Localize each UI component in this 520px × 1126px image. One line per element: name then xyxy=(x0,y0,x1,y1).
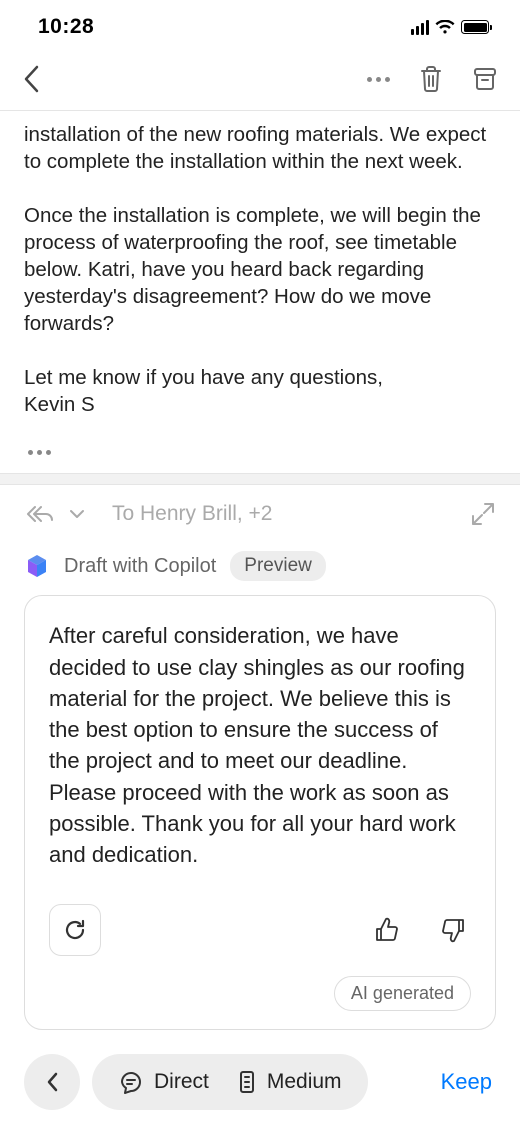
email-signature: Kevin S xyxy=(24,393,95,416)
email-paragraph: Once the installation is complete, we wi… xyxy=(24,202,496,337)
copilot-icon xyxy=(24,553,50,579)
email-body: installation of the new roofing material… xyxy=(0,111,520,473)
toolbar-pill-group: Direct Medium xyxy=(92,1054,368,1110)
ai-generated-badge: AI generated xyxy=(334,976,471,1011)
more-icon[interactable] xyxy=(24,450,496,455)
pill-label: Direct xyxy=(154,1070,209,1094)
chevron-down-icon[interactable] xyxy=(68,508,86,520)
trash-icon[interactable] xyxy=(418,64,444,94)
status-bar: 10:28 xyxy=(0,0,520,50)
signal-icon xyxy=(411,20,430,35)
copilot-draft-card: After careful consideration, we have dec… xyxy=(24,595,496,1030)
toolbar-back-button[interactable] xyxy=(24,1054,80,1110)
pill-label: Medium xyxy=(267,1070,342,1094)
chat-icon xyxy=(118,1069,144,1095)
thumbs-up-button[interactable] xyxy=(369,912,405,948)
regenerate-button[interactable] xyxy=(49,904,101,956)
nav-actions xyxy=(367,64,498,94)
keep-button[interactable]: Keep xyxy=(441,1069,496,1095)
copilot-label: Draft with Copilot xyxy=(64,555,216,578)
wifi-icon xyxy=(435,20,455,35)
email-paragraph: installation of the new roofing material… xyxy=(24,121,496,175)
status-time: 10:28 xyxy=(38,15,94,39)
reply-all-icon[interactable] xyxy=(24,503,56,525)
email-paragraph: Let me know if you have any questions, K… xyxy=(24,364,496,418)
thumbs-down-button[interactable] xyxy=(435,912,471,948)
back-button[interactable] xyxy=(22,64,40,94)
reply-to-field[interactable]: To Henry Brill, +2 xyxy=(112,502,272,526)
archive-icon[interactable] xyxy=(472,65,498,93)
preview-badge: Preview xyxy=(230,551,326,581)
length-icon xyxy=(237,1069,257,1095)
length-medium-button[interactable]: Medium xyxy=(229,1069,350,1095)
copilot-header: Draft with Copilot Preview xyxy=(0,535,520,591)
more-icon[interactable] xyxy=(367,77,390,82)
draft-actions xyxy=(49,904,471,956)
section-separator xyxy=(0,473,520,485)
battery-icon xyxy=(461,20,492,34)
nav-bar xyxy=(0,50,520,111)
tone-direct-button[interactable]: Direct xyxy=(110,1069,217,1095)
bottom-toolbar: Direct Medium Keep xyxy=(0,1048,520,1110)
status-icons xyxy=(411,20,493,35)
reply-header: To Henry Brill, +2 xyxy=(0,485,520,535)
draft-text: After careful consideration, we have dec… xyxy=(49,620,471,870)
expand-icon[interactable] xyxy=(470,501,496,527)
